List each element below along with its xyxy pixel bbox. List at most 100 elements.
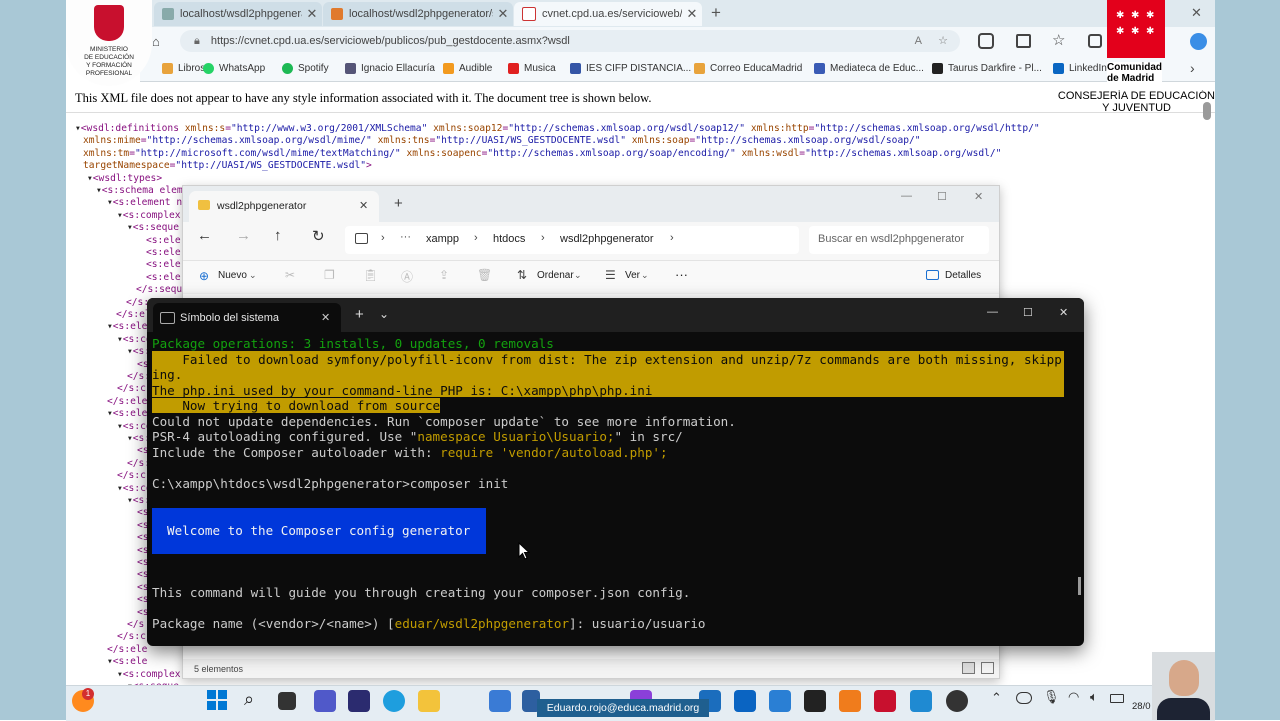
close-tab-icon[interactable]: ✕ (493, 6, 513, 22)
split-screen-icon[interactable] (1016, 34, 1031, 48)
bookmark-ellacuria[interactable]: Ignacio Ellacuría (345, 63, 435, 74)
page-scrollbar-thumb[interactable] (1203, 102, 1211, 120)
windows-start-icon[interactable] (207, 690, 227, 710)
bookmark-ies-cifp[interactable]: IES CIFP DISTANCIA... (570, 63, 691, 74)
paste-icon[interactable]: 📋︎ (363, 268, 378, 282)
wifi-icon[interactable]: ◠ (1068, 689, 1079, 705)
details-view-icon[interactable] (962, 662, 975, 674)
forward-arrow-icon[interactable]: → (236, 227, 251, 244)
explorer-tab[interactable]: wsdl2phpgenerator ✕ (189, 191, 379, 222)
browser-tab-1[interactable]: localhost/wsdl2phpgenerator/p ✕ (154, 2, 322, 26)
share-icon[interactable]: ⇪ (439, 268, 449, 282)
sort-button[interactable]: Ordenar (537, 270, 574, 281)
bookmark-taurus[interactable]: Taurus Darkfire - Pl... (932, 63, 1042, 74)
up-arrow-icon[interactable]: ↑ (274, 227, 282, 244)
chevron-down-icon[interactable]: ⌄ (379, 307, 389, 321)
xml-line[interactable]: ▾<s:ele (107, 656, 147, 667)
breadcrumb-xampp[interactable]: xampp (426, 233, 459, 245)
read-aloud-icon[interactable]: A (915, 30, 922, 52)
xml-line[interactable]: ▾<s:complex (117, 669, 181, 680)
xml-line[interactable]: ▾<s:ele (107, 408, 147, 419)
microphone-icon[interactable]: 🎙︎ (1043, 689, 1060, 705)
youtube-icon (508, 63, 519, 74)
bookmark-audible[interactable]: Audible (443, 63, 492, 74)
bookmark-musica[interactable]: Musica (508, 63, 556, 74)
delete-icon[interactable]: 🗑︎ (477, 268, 492, 282)
xml-line[interactable]: ▾<s:element n (107, 197, 182, 208)
browser-tab-3-active[interactable]: cvnet.cpd.ua.es/servicioweb/pub ✕ (514, 2, 702, 26)
collections-icon[interactable] (1088, 34, 1102, 48)
breadcrumb-htdocs[interactable]: htdocs (493, 233, 525, 245)
xampp-icon[interactable] (839, 690, 861, 712)
explorer-address-bar[interactable]: › ··· xampp › htdocs › wsdl2phpgenerator… (345, 226, 799, 254)
bookmark-whatsapp[interactable]: WhatsApp (203, 63, 265, 74)
new-tab-button[interactable]: + (355, 306, 364, 323)
cut-icon[interactable]: ✂ (285, 268, 295, 282)
xml-line[interactable]: ▾<wsdl:types> (87, 173, 162, 184)
onedrive-icon[interactable] (1016, 692, 1032, 704)
xml-line[interactable]: ▾<s:schema eleme (96, 185, 188, 196)
chevron-right-icon[interactable]: › (1190, 60, 1195, 76)
new-tab-button[interactable]: + (711, 3, 721, 23)
rename-icon[interactable]: Ⓐ (401, 268, 413, 285)
minimize-button[interactable]: — (901, 190, 912, 202)
edge-icon[interactable] (383, 690, 405, 712)
chevron-up-icon[interactable]: ⌃ (991, 690, 1002, 706)
clock[interactable]: 28/0 (1132, 701, 1151, 712)
new-tab-button[interactable]: + (394, 195, 403, 212)
refresh-icon[interactable]: ↻ (312, 227, 325, 245)
bookmark-correo[interactable]: Correo EducaMadrid (694, 63, 802, 74)
more-crumbs-button[interactable]: ··· (400, 231, 411, 243)
maximize-button[interactable]: ☐ (937, 190, 947, 203)
app-icon[interactable] (489, 690, 511, 712)
volume-icon[interactable]: 🔈︎ (1090, 689, 1098, 705)
teams-icon[interactable] (314, 690, 336, 712)
mcafee-icon[interactable] (874, 690, 896, 712)
copilot-icon[interactable] (1190, 33, 1207, 50)
app-icon[interactable] (769, 690, 791, 712)
back-arrow-icon[interactable]: ← (197, 227, 212, 244)
file-explorer-icon[interactable] (418, 690, 440, 712)
maximize-button[interactable]: ☐ (1023, 306, 1033, 319)
xml-line[interactable]: ▾<s:complex (117, 210, 181, 221)
extensions-icon[interactable] (978, 33, 994, 49)
search-icon[interactable]: ⌕ (244, 689, 254, 710)
explorer-search-box[interactable]: Buscar en wsdl2phpgenerator (809, 226, 989, 254)
minimize-button[interactable]: — (987, 306, 998, 318)
view-button[interactable]: Ver (625, 270, 640, 281)
bookmark-mediateca[interactable]: Mediateca de Educ... (814, 63, 924, 74)
bookmark-linkedin[interactable]: LinkedIn (1053, 63, 1107, 74)
close-button[interactable]: ✕ (974, 190, 983, 203)
terminal-scrollbar-thumb[interactable] (1078, 577, 1081, 595)
app-icon[interactable] (946, 690, 968, 712)
close-tab-icon[interactable]: ✕ (302, 6, 322, 22)
terminal-tab[interactable]: Símbolo del sistema ✕ (153, 303, 341, 332)
close-tab-icon[interactable]: ✕ (359, 199, 368, 212)
bookmark-libros[interactable]: Libros (162, 63, 205, 74)
outlook-icon[interactable] (734, 690, 756, 712)
vscode-icon[interactable] (910, 690, 932, 712)
close-tab-icon[interactable]: ✕ (682, 6, 702, 22)
window-close-button[interactable]: ✕ (1191, 5, 1202, 21)
bookmark-spotify[interactable]: Spotify (282, 63, 329, 74)
battery-icon[interactable] (1110, 694, 1124, 703)
browser-tab-2[interactable]: localhost/wsdl2phpgenerator/sr ✕ (323, 2, 513, 26)
terminal-icon[interactable] (804, 690, 826, 712)
more-options-button[interactable]: ··· (675, 267, 688, 282)
close-button[interactable]: ✕ (1059, 306, 1068, 319)
terminal-input-line[interactable]: Package name (<vendor>/<name>) [eduar/ws… (152, 616, 706, 631)
xml-line[interactable]: ▾<s:seque (127, 222, 179, 233)
task-view-icon[interactable] (278, 692, 296, 710)
close-tab-icon[interactable]: ✕ (321, 311, 330, 324)
tiles-view-icon[interactable] (981, 662, 994, 674)
address-bar[interactable]: 🔒︎ https://cvnet.cpd.ua.es/servicioweb/p… (180, 30, 960, 52)
details-button[interactable]: Detalles (945, 270, 981, 281)
favorite-star-icon[interactable]: ☆ (938, 30, 948, 52)
home-icon[interactable]: ⌂ (152, 34, 160, 49)
breadcrumb-wsdl2phpgenerator[interactable]: wsdl2phpgenerator (560, 233, 654, 245)
xml-line[interactable]: ▾<wsdl:definitions xmlns:s="http://www.w… (75, 123, 1040, 134)
favorites-icon[interactable]: ☆ (1052, 31, 1065, 49)
new-button[interactable]: Nuevo (218, 270, 247, 281)
app-icon[interactable] (348, 690, 370, 712)
copy-icon[interactable]: ❐ (324, 268, 335, 282)
